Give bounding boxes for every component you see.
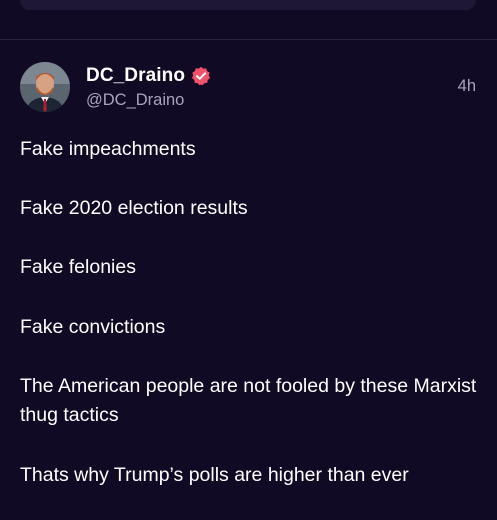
author-handle[interactable]: @DC_Draino: [86, 91, 184, 110]
post-paragraph: Fake convictions: [20, 315, 166, 338]
previous-post-card[interactable]: [20, 0, 476, 10]
verified-badge-icon: [191, 66, 211, 86]
post-timestamp[interactable]: 4h: [458, 77, 476, 96]
avatar-image: [20, 62, 70, 112]
post-paragraph: Fake impeachments: [20, 138, 196, 160]
author-name-row[interactable]: DC_Draino: [86, 64, 211, 88]
post-paragraph: Fake 2020 election results: [20, 197, 248, 220]
avatar[interactable]: [20, 62, 70, 112]
post-paragraph: The American people are not fooled by th…: [20, 374, 477, 427]
post-body: Fake impeachments Fake 2020 election res…: [20, 135, 480, 520]
post-paragraph: Thats why Trump’s polls are higher than …: [20, 463, 409, 486]
post[interactable]: DC_Draino @DC_Draino 4h Fake impeachment…: [0, 40, 497, 500]
post-paragraph: Fake felonies: [20, 256, 136, 279]
author-display-name[interactable]: DC_Draino: [86, 65, 185, 87]
